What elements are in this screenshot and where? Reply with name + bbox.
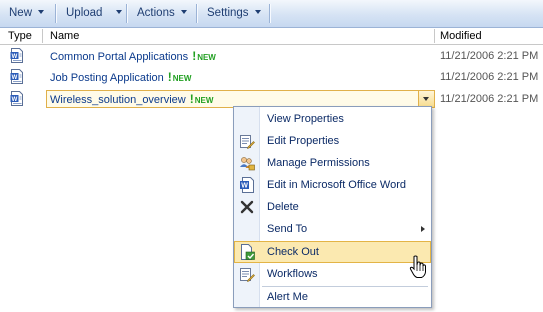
- toolbar-separator: [269, 4, 270, 23]
- new-badge: NEW: [194, 96, 214, 105]
- document-link[interactable]: Common Portal Applications !NEW: [50, 49, 216, 65]
- new-flag-icon: !: [167, 70, 172, 84]
- document-name: Job Posting Application: [50, 72, 164, 84]
- menu-item-label: Edit in Microsoft Office Word: [267, 179, 406, 191]
- menu-item-label: Workflows: [267, 268, 318, 280]
- toolbar-separator: [55, 4, 56, 23]
- edit-properties-icon: [240, 135, 255, 149]
- header-divider: [0, 44, 543, 45]
- word-document-icon[interactable]: W: [10, 69, 24, 84]
- actions-label: Actions: [137, 7, 175, 19]
- menu-item-edit-in-word[interactable]: W Edit in Microsoft Office Word: [234, 174, 431, 196]
- column-header-type[interactable]: Type: [8, 29, 32, 44]
- menu-item-label: Alert Me: [267, 291, 308, 303]
- chevron-down-icon: [116, 9, 123, 14]
- new-menu-button[interactable]: New: [9, 0, 45, 27]
- new-badge: NEW: [172, 74, 192, 83]
- upload-label: Upload: [66, 7, 103, 19]
- svg-text:W: W: [12, 75, 18, 81]
- toolbar-separator: [126, 4, 127, 23]
- word-document-icon[interactable]: W: [10, 91, 24, 106]
- new-flag-icon: !: [189, 92, 194, 106]
- menu-item-label: Manage Permissions: [267, 157, 370, 169]
- document-link[interactable]: Wireless_solution_overview !NEW: [50, 92, 213, 108]
- manage-permissions-icon: [240, 157, 255, 171]
- submenu-arrow-icon: [421, 226, 425, 232]
- menu-item-alert-me[interactable]: Alert Me: [234, 286, 431, 308]
- check-out-icon: [241, 244, 255, 260]
- word-document-icon: W: [240, 177, 254, 193]
- new-flag-icon: !: [192, 49, 197, 63]
- menu-item-label: Edit Properties: [267, 135, 340, 147]
- chevron-down-icon: [423, 97, 429, 101]
- hand-pointer-cursor-icon: [409, 255, 426, 278]
- actions-menu-button[interactable]: Actions: [137, 0, 187, 27]
- toolbar: New Upload Actions Settings: [0, 0, 543, 28]
- document-name: Common Portal Applications: [50, 51, 189, 63]
- menu-item-check-out[interactable]: Check Out: [234, 241, 431, 263]
- menu-item-view-properties[interactable]: View Properties: [234, 108, 431, 130]
- menu-item-workflows[interactable]: Workflows: [234, 263, 431, 285]
- column-divider: [434, 29, 435, 43]
- chevron-down-icon: [180, 9, 187, 14]
- menu-item-label: Delete: [267, 201, 299, 213]
- menu-item-label: Check Out: [267, 246, 319, 258]
- menu-item-send-to[interactable]: Send To: [234, 218, 431, 240]
- modified-date: 11/21/2006 2:21 PM: [440, 50, 539, 62]
- document-library-page: New Upload Actions Settings Type Name Mo…: [0, 0, 543, 312]
- svg-text:W: W: [12, 54, 18, 60]
- svg-text:W: W: [12, 97, 18, 103]
- item-menu-dropdown-button[interactable]: [418, 91, 434, 107]
- table-row: W Job Posting Application !NEW 11/21/2006…: [0, 68, 543, 90]
- item-context-menu: View Properties Edit Properties Manage P…: [233, 106, 432, 308]
- menu-item-label: View Properties: [267, 113, 344, 125]
- delete-x-icon: [240, 200, 254, 214]
- upload-menu-button[interactable]: Upload: [66, 0, 123, 27]
- chevron-down-icon: [254, 9, 261, 14]
- modified-date: 11/21/2006 2:21 PM: [440, 93, 539, 105]
- word-document-icon[interactable]: W: [10, 48, 24, 63]
- table-row: W Common Portal Applications !NEW 11/21/2…: [0, 46, 543, 68]
- column-header-name[interactable]: Name: [50, 29, 79, 44]
- menu-item-edit-properties[interactable]: Edit Properties: [234, 130, 431, 152]
- new-badge: NEW: [197, 53, 216, 62]
- workflows-icon: [240, 268, 255, 282]
- new-label: New: [9, 7, 33, 19]
- modified-date: 11/21/2006 2:21 PM: [440, 71, 539, 83]
- column-header-modified[interactable]: Modified: [440, 29, 482, 44]
- document-name: Wireless_solution_overview: [50, 94, 186, 106]
- settings-label: Settings: [207, 7, 249, 19]
- menu-item-delete[interactable]: Delete: [234, 196, 431, 218]
- toolbar-separator: [196, 4, 197, 23]
- document-link[interactable]: Job Posting Application !NEW: [50, 70, 191, 86]
- settings-menu-button[interactable]: Settings: [207, 0, 261, 27]
- column-divider: [42, 29, 43, 43]
- chevron-down-icon: [38, 9, 45, 14]
- menu-item-manage-permissions[interactable]: Manage Permissions: [234, 152, 431, 174]
- svg-text:W: W: [241, 183, 248, 190]
- menu-item-label: Send To: [267, 223, 308, 235]
